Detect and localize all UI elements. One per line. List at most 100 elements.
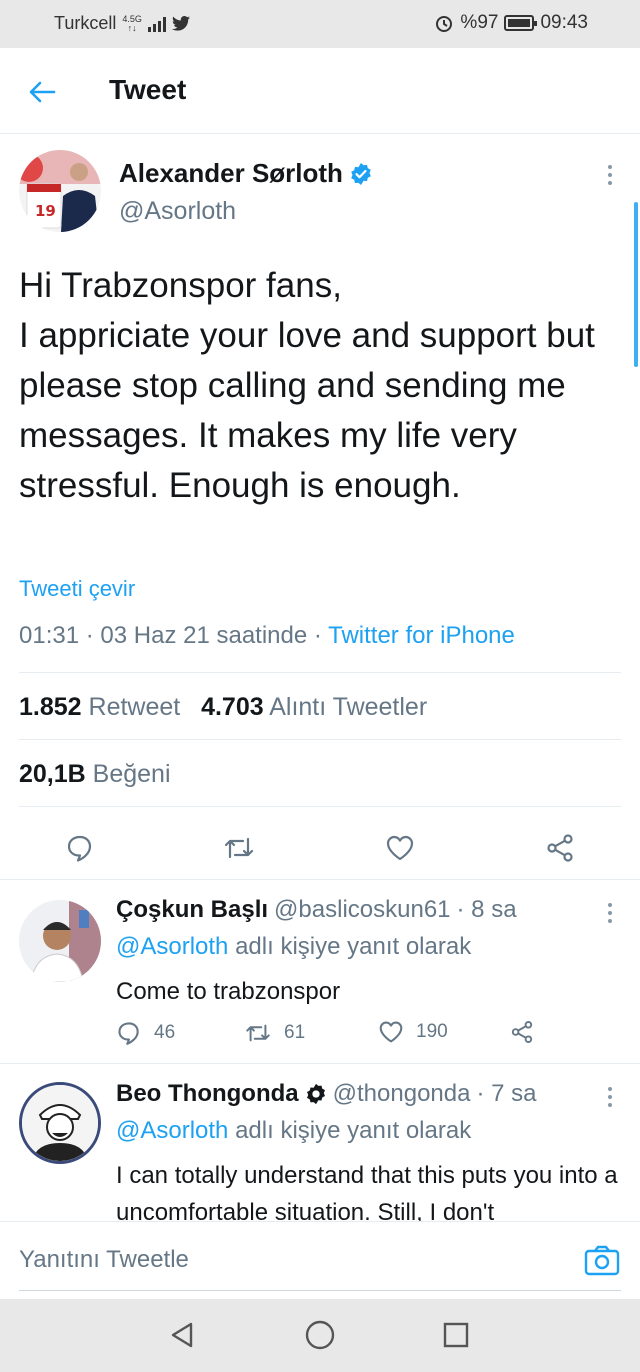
battery-percent: %97	[460, 12, 499, 33]
reply-avatar[interactable]	[19, 1082, 101, 1164]
reply-text: Come to trabzonspor	[116, 978, 341, 1005]
reply-icon	[118, 1022, 139, 1045]
twitter-bird-icon	[171, 16, 190, 31]
meta-separator: ·	[85, 622, 94, 649]
reply-share-button[interactable]	[510, 1020, 534, 1044]
tweet-date: 03 Haz 21 saatinde	[100, 622, 308, 649]
status-left: Turkcell 4.5G ↑↓	[54, 13, 190, 34]
retweet-count: 61	[284, 1022, 306, 1043]
carrier-label: Turkcell	[54, 13, 117, 33]
reply-author-handle: @thongonda	[332, 1080, 471, 1107]
divider	[19, 672, 621, 673]
back-button[interactable]	[24, 74, 60, 110]
reply-text: I can totally understand that this puts …	[116, 1162, 618, 1221]
status-bar: Turkcell 4.5G ↑↓ %97 09:43	[0, 0, 640, 48]
reply-count: 46	[154, 1022, 176, 1043]
divider	[19, 739, 621, 740]
battery-icon	[504, 15, 538, 31]
tweet-text: Hi Trabzonspor fans, I appriciate your l…	[19, 266, 595, 505]
author-name: Alexander Sørloth	[119, 158, 343, 188]
share-icon	[511, 1021, 533, 1043]
replying-to-handle[interactable]: @Asorloth	[116, 1117, 228, 1144]
signal-icon	[147, 16, 166, 32]
like-button[interactable]	[380, 828, 420, 868]
retweets-label: Retweet	[88, 693, 181, 721]
tweet-actions	[0, 828, 640, 880]
tweet-time: 01:31	[19, 622, 80, 649]
reply-button[interactable]	[60, 828, 100, 868]
reply-header: Çoşkun Başlı @baslicoskun61 · 8 sa	[116, 896, 517, 924]
retweets-stat[interactable]: 1.852 Retweet	[19, 693, 180, 721]
reply-author-name: Çoşkun Başlı	[116, 896, 269, 923]
retweets-count: 1.852	[19, 693, 82, 721]
share-button[interactable]	[540, 828, 580, 868]
heart-icon	[386, 835, 414, 861]
camera-button[interactable]	[584, 1244, 620, 1276]
heart-icon	[379, 1021, 403, 1043]
scrollbar[interactable]	[634, 202, 638, 367]
verified-badge-icon	[351, 162, 371, 185]
share-icon	[547, 834, 573, 862]
reply-more-button[interactable]	[600, 1084, 620, 1110]
retweet-button[interactable]	[219, 828, 259, 868]
reply-icon	[67, 835, 92, 862]
author-avatar[interactable]: 19	[19, 150, 101, 232]
reply-more-button[interactable]	[600, 900, 620, 926]
status-right: %97 09:43	[434, 12, 588, 34]
camera-icon	[584, 1245, 620, 1276]
triangle-back-icon	[171, 1322, 193, 1348]
network-type: 4.5G ↑↓	[122, 14, 142, 33]
retweet-icon	[246, 1024, 270, 1042]
badge-icon	[306, 1083, 325, 1105]
likes-stat[interactable]: 20,1B Beğeni	[19, 760, 171, 789]
reply-compose-bar: Yanıtını Tweetle	[0, 1221, 640, 1299]
reply-time: · 8 sa	[456, 896, 517, 923]
author-handle: @Asorloth	[119, 197, 237, 225]
reply-time: · 7 sa	[476, 1080, 537, 1107]
top-bar: Tweet	[0, 48, 640, 134]
page-title: Tweet	[109, 74, 187, 105]
system-nav-bar	[0, 1299, 640, 1372]
reply-author-handle: @baslicoskun61	[274, 896, 451, 923]
quotes-stat[interactable]: 4.703 Alıntı Tweetler	[201, 693, 427, 721]
circle-home-icon	[305, 1320, 335, 1350]
tweet-source-link[interactable]: Twitter for iPhone	[328, 622, 515, 649]
tweet-more-button[interactable]	[600, 162, 620, 188]
author-info[interactable]: Alexander Sørloth @Asorloth	[119, 158, 373, 226]
meta-separator: ·	[313, 622, 322, 649]
reply-tweet[interactable]: Çoşkun Başlı @baslicoskun61 · 8 sa @Asor…	[0, 880, 640, 1063]
svg-text:19: 19	[35, 202, 56, 220]
nav-recents-button[interactable]	[438, 1317, 474, 1353]
quotes-label: Alıntı Tweetler	[269, 693, 428, 721]
retweet-icon	[224, 837, 254, 859]
reply-tweet[interactable]: Beo Thongonda @thongonda · 7 sa @Asorlot…	[0, 1064, 640, 1221]
author-name-row: Alexander Sørloth	[119, 158, 373, 189]
engagement-stats: 1.852 Retweet 4.703 Alıntı Tweetler	[19, 693, 427, 722]
likes-count: 20,1B	[19, 760, 86, 788]
like-count: 190	[416, 1021, 448, 1042]
reply-header: Beo Thongonda @thongonda · 7 sa	[116, 1080, 536, 1108]
alarm-icon	[436, 16, 453, 32]
translate-link[interactable]: Tweeti çevir	[19, 576, 135, 602]
input-underline	[19, 1290, 621, 1291]
reply-reply-button[interactable]: 46	[116, 1020, 175, 1046]
replying-to-label: adlı kişiye yanıt olarak	[235, 933, 472, 960]
network-activity: ↑↓	[127, 22, 137, 33]
replying-to-label: adlı kişiye yanıt olarak	[235, 1117, 472, 1144]
reply-actions: 46 61 190	[116, 1020, 556, 1050]
clock: 09:43	[540, 12, 588, 33]
nav-back-button[interactable]	[164, 1317, 200, 1353]
reply-like-button[interactable]: 190	[378, 1020, 448, 1044]
reply-input[interactable]: Yanıtını Tweetle	[19, 1246, 189, 1274]
replying-to: @Asorloth adlı kişiye yanıt olarak	[116, 933, 471, 961]
back-arrow-icon	[29, 81, 56, 103]
nav-home-button[interactable]	[302, 1317, 338, 1353]
divider	[19, 806, 621, 807]
likes-label: Beğeni	[92, 760, 171, 788]
replying-to-handle[interactable]: @Asorloth	[116, 933, 228, 960]
reply-retweet-button[interactable]: 61	[244, 1020, 305, 1046]
square-recents-icon	[443, 1322, 469, 1348]
replying-to: @Asorloth adlı kişiye yanıt olarak	[116, 1117, 471, 1145]
reply-author-name: Beo Thongonda	[116, 1080, 299, 1107]
reply-avatar[interactable]	[19, 900, 101, 982]
